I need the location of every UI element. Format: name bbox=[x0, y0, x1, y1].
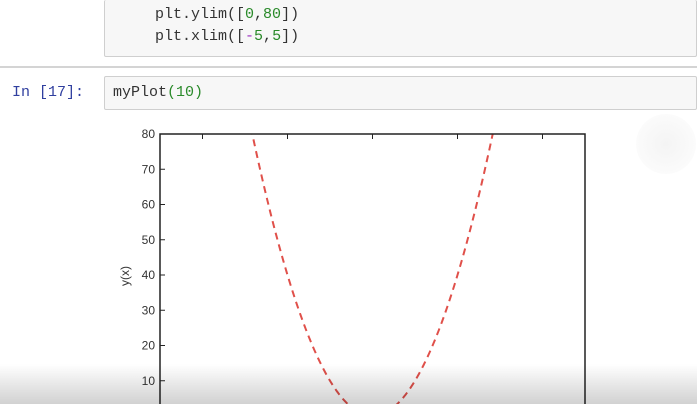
series-line bbox=[251, 134, 494, 404]
plot-output: y(x) 10 20 30 40 50 60 70 80 bbox=[118, 127, 586, 404]
y-tick-label: 70 bbox=[142, 162, 156, 176]
plot-frame bbox=[159, 133, 586, 404]
y-tick-label: 80 bbox=[142, 127, 156, 141]
y-tick-label: 10 bbox=[142, 374, 156, 388]
y-tick-label: 60 bbox=[142, 198, 156, 212]
y-axis-label: y(x) bbox=[118, 266, 132, 286]
y-tick-label: 40 bbox=[142, 268, 156, 282]
y-tick-label: 30 bbox=[142, 303, 156, 317]
y-tick-label: 50 bbox=[142, 233, 156, 247]
y-tick-label: 20 bbox=[142, 339, 156, 353]
